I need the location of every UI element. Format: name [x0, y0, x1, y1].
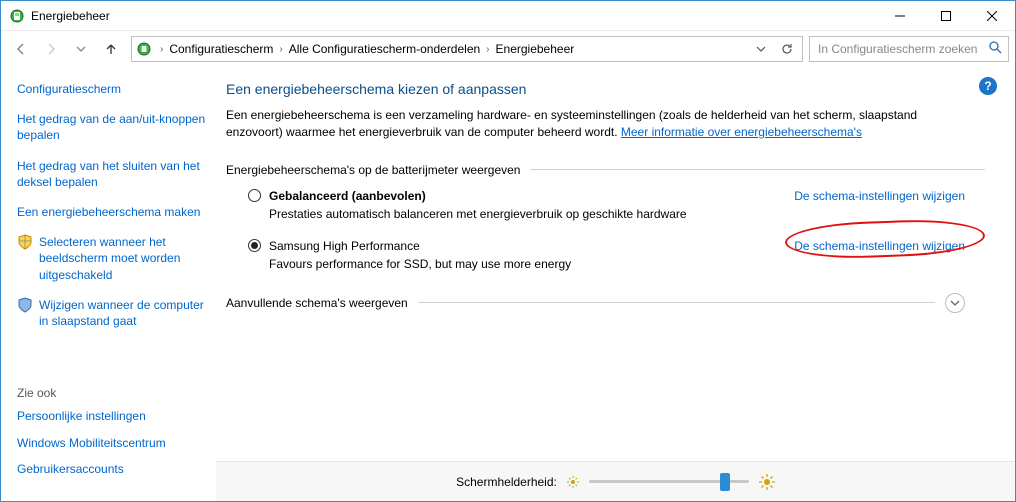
- plan-radio-balanced[interactable]: [248, 189, 261, 202]
- power-options-icon: [9, 8, 25, 24]
- search-icon[interactable]: [989, 41, 1002, 57]
- plan-name[interactable]: Samsung High Performance: [269, 239, 420, 253]
- chevron-right-icon: ›: [482, 44, 493, 55]
- change-plan-settings-link[interactable]: De schema-instellingen wijzigen: [794, 189, 985, 203]
- search-input[interactable]: [816, 41, 985, 57]
- sidebar-link-display-off[interactable]: Selecteren wanneer het beeldscherm moet …: [39, 234, 206, 283]
- expand-additional-plans-button[interactable]: [945, 293, 965, 313]
- brightness-label: Schermhelderheid:: [456, 475, 557, 489]
- shield-icon: [17, 297, 33, 313]
- plan-description: Favours performance for SSD, but may use…: [269, 257, 985, 271]
- change-plan-settings-link[interactable]: De schema-instellingen wijzigen: [794, 239, 985, 253]
- sidebar-link-sleep[interactable]: Wijzigen wanneer de computer in slaapsta…: [39, 297, 206, 329]
- see-also-user-accounts[interactable]: Gebruikersaccounts: [17, 461, 206, 477]
- breadcrumb-item[interactable]: Energiebeheer: [494, 42, 577, 56]
- sidebar-link-lid-close[interactable]: Het gedrag van het sluiten van het dekse…: [17, 158, 206, 190]
- page-title: Een energiebeheerschema kiezen of aanpas…: [226, 81, 985, 97]
- forward-button[interactable]: [37, 35, 65, 63]
- recent-locations-button[interactable]: [67, 35, 95, 63]
- plan-name[interactable]: Gebalanceerd (aanbevolen): [269, 189, 426, 203]
- chevron-right-icon: ›: [275, 44, 286, 55]
- plan-description: Prestaties automatisch balanceren met en…: [269, 207, 985, 221]
- brightness-slider[interactable]: [589, 480, 749, 483]
- see-also-personalization[interactable]: Persoonlijke instellingen: [17, 408, 206, 424]
- breadcrumb-item[interactable]: Alle Configuratiescherm-onderdelen: [287, 42, 482, 56]
- sidebar-link-power-buttons[interactable]: Het gedrag van de aan/uit-knoppen bepale…: [17, 111, 206, 143]
- back-button[interactable]: [7, 35, 35, 63]
- breadcrumb[interactable]: › Configuratiescherm › Alle Configuratie…: [156, 42, 576, 56]
- refresh-button[interactable]: [776, 38, 798, 60]
- see-also-mobility-center[interactable]: Windows Mobiliteitscentrum: [17, 435, 206, 451]
- plans-group-label: Energiebeheerschema's op de batterijmete…: [226, 163, 520, 177]
- search-box[interactable]: [809, 36, 1009, 62]
- control-panel-icon: [136, 41, 152, 57]
- divider: [418, 302, 935, 303]
- close-button[interactable]: [969, 1, 1015, 31]
- sidebar-control-panel-home[interactable]: Configuratiescherm: [17, 81, 206, 97]
- page-intro: Een energiebeheerschema is een verzameli…: [226, 107, 946, 141]
- plan-radio-samsung[interactable]: [248, 239, 261, 252]
- see-also-heading: Zie ook: [17, 386, 206, 400]
- chevron-right-icon: ›: [156, 44, 167, 55]
- sidebar-link-create-plan[interactable]: Een energiebeheerschema maken: [17, 204, 206, 220]
- window-title: Energiebeheer: [31, 9, 110, 23]
- more-info-link[interactable]: Meer informatie over energiebeheerschema…: [621, 125, 862, 139]
- address-history-dropdown[interactable]: [750, 38, 772, 60]
- shield-icon: [17, 234, 33, 250]
- brightness-low-icon: [567, 476, 579, 488]
- minimize-button[interactable]: [877, 1, 923, 31]
- maximize-button[interactable]: [923, 1, 969, 31]
- breadcrumb-item[interactable]: Configuratiescherm: [167, 42, 275, 56]
- help-button[interactable]: ?: [979, 77, 997, 95]
- additional-plans-label[interactable]: Aanvullende schema's weergeven: [226, 296, 408, 310]
- divider: [530, 169, 985, 170]
- brightness-slider-thumb[interactable]: [720, 473, 730, 491]
- brightness-high-icon: [759, 474, 775, 490]
- up-button[interactable]: [97, 35, 125, 63]
- address-bar[interactable]: › Configuratiescherm › Alle Configuratie…: [131, 36, 803, 62]
